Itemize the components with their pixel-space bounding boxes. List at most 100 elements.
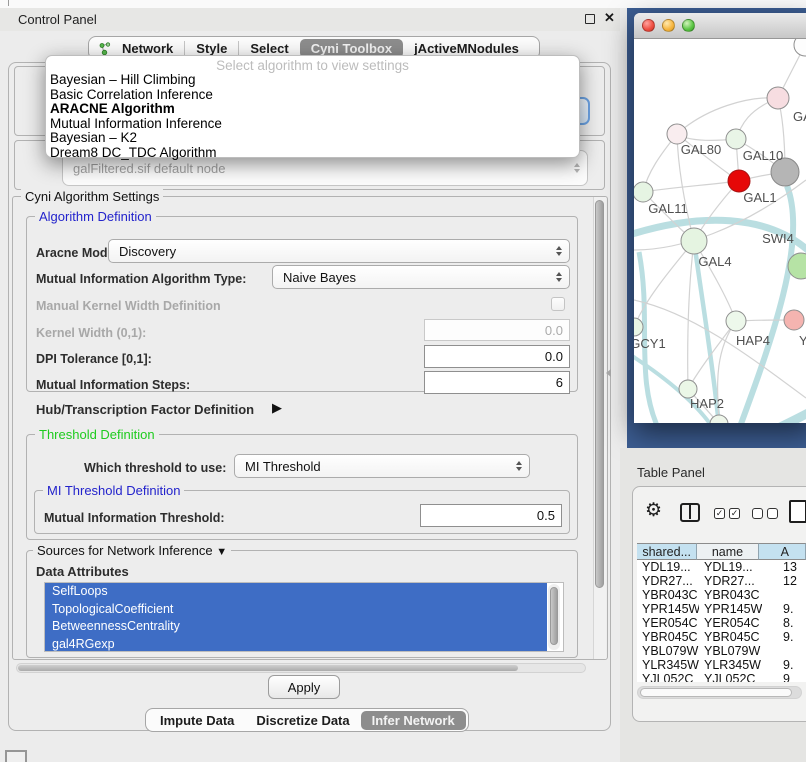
column-header-name[interactable]: name bbox=[697, 543, 758, 560]
mi-threshold-input[interactable]: 0.5 bbox=[420, 504, 562, 527]
node-label: GAL1 bbox=[743, 190, 776, 205]
deselect-all-columns-icon[interactable] bbox=[752, 508, 763, 519]
tab-infer-network[interactable]: Infer Network bbox=[361, 711, 466, 730]
column-header-partial[interactable]: A bbox=[759, 543, 806, 560]
mi-type-select[interactable]: Naive Bayes bbox=[272, 265, 570, 289]
close-panel-icon[interactable]: ✕ bbox=[604, 10, 615, 26]
network-data-value: galFiltered.sif default node bbox=[73, 161, 225, 176]
table-row[interactable]: YPR145W YPR145W 9. bbox=[637, 602, 806, 616]
data-attributes-label: Data Attributes bbox=[36, 564, 129, 579]
node-label: HAP2 bbox=[690, 396, 724, 411]
list-item-topologicalcoefficient[interactable]: TopologicalCoefficient bbox=[45, 601, 547, 619]
table-row[interactable]: YLR345W YLR345W 9. bbox=[637, 658, 806, 672]
table-row[interactable]: YDL19... YDL19... 13 bbox=[637, 560, 806, 574]
dropdown-item[interactable]: Bayesian – Hill Climbing bbox=[46, 73, 579, 88]
node-unlabeled-top[interactable] bbox=[794, 39, 806, 56]
kernel-width-label: Kernel Width (0,1): bbox=[36, 326, 146, 341]
table-row[interactable]: YER054C YER054C 8. bbox=[637, 616, 806, 630]
splitter-collapse-icon[interactable] bbox=[606, 369, 611, 377]
dropdown-item[interactable]: Bayesian – K2 bbox=[46, 131, 579, 146]
control-panel-titlebar: Control Panel ✕ bbox=[0, 8, 620, 31]
hub-expand-icon[interactable]: ▶ bbox=[272, 400, 282, 416]
network-tab-icon bbox=[99, 42, 111, 56]
spinner-arrows-icon bbox=[556, 272, 562, 282]
select-all-columns-icon[interactable]: ✓ bbox=[714, 508, 725, 519]
tab-discretize-data[interactable]: Discretize Data bbox=[245, 711, 360, 730]
aracne-mode-value: Discovery bbox=[119, 244, 176, 259]
which-threshold-label: Which threshold to use: bbox=[84, 461, 226, 476]
network-canvas[interactable]: GAL GAL80 GAL10 GAL1 GAL11 GAL4 SWI4 HAP… bbox=[634, 39, 806, 423]
table-header: shared... name A bbox=[637, 543, 806, 560]
node-label: HAP4 bbox=[736, 333, 770, 348]
new-table-file-icon[interactable] bbox=[789, 500, 806, 523]
settings-title: Cyni Algorithm Settings bbox=[21, 189, 163, 204]
node-label: GAL80 bbox=[681, 142, 721, 157]
list-item-gal4rgexp[interactable]: gal4RGexp bbox=[45, 636, 547, 653]
settings-hscrollbar-thumb[interactable] bbox=[18, 665, 518, 671]
select-all-columns-icon-2[interactable]: ✓ bbox=[729, 508, 740, 519]
dropdown-item[interactable]: Dream8 DC_TDC Algorithm bbox=[46, 146, 579, 161]
node-salmon[interactable] bbox=[784, 310, 804, 330]
node-gal1[interactable] bbox=[728, 170, 750, 192]
tab-impute-data[interactable]: Impute Data bbox=[149, 711, 245, 730]
node-label: GCY1 bbox=[634, 336, 666, 351]
table-row[interactable]: YDR27... YDR27... 12 bbox=[637, 574, 806, 588]
column-header-shared[interactable]: shared... bbox=[637, 543, 697, 560]
window-minimize-button[interactable] bbox=[662, 19, 675, 32]
algorithm-dropdown-placeholder: Select algorithm to view settings bbox=[46, 58, 579, 73]
control-panel: Control Panel ✕ Network Style Select bbox=[0, 8, 620, 762]
node-label: GAL4 bbox=[698, 254, 731, 269]
dpi-tolerance-label: DPI Tolerance [0,1]: bbox=[36, 352, 152, 367]
sources-title: Sources for Network Inference bbox=[37, 543, 213, 558]
node-gal80[interactable] bbox=[667, 124, 687, 144]
attributes-list-vscrollbar-thumb[interactable] bbox=[550, 587, 558, 645]
window-close-button[interactable] bbox=[642, 19, 655, 32]
sources-title-wrap: Sources for Network Inference ▼ bbox=[33, 543, 231, 560]
node-gal4[interactable] bbox=[681, 228, 707, 254]
node-gal-pink[interactable] bbox=[767, 87, 789, 109]
node-hap4[interactable] bbox=[726, 311, 746, 331]
table-row[interactable]: YBL079W YBL079W bbox=[637, 644, 806, 658]
table-settings-gear-icon[interactable]: ⚙ bbox=[645, 501, 662, 521]
float-panel-icon[interactable] bbox=[585, 14, 595, 24]
dpi-tolerance-input[interactable]: 0.0 bbox=[424, 345, 570, 368]
network-edges-thick bbox=[634, 186, 806, 423]
dropdown-item[interactable]: Mutual Information Inference bbox=[46, 117, 579, 132]
node-label: Y bbox=[799, 333, 806, 348]
split-columns-icon[interactable] bbox=[680, 503, 700, 522]
table-hscrollbar-thumb[interactable] bbox=[640, 688, 792, 697]
settings-vscrollbar-thumb[interactable] bbox=[595, 200, 604, 588]
table-row[interactable]: YJL052C YJL052C 9 bbox=[637, 672, 806, 682]
data-attributes-list: SelfLoops TopologicalCoefficient Between… bbox=[44, 582, 564, 652]
node-gal11[interactable] bbox=[634, 182, 653, 202]
table-row[interactable]: YBR045C YBR045C 9. bbox=[637, 630, 806, 644]
list-item-selfloops[interactable]: SelfLoops bbox=[45, 583, 547, 601]
network-window-titlebar[interactable] bbox=[634, 13, 806, 39]
dropdown-item-selected[interactable]: ARACNE Algorithm bbox=[46, 102, 579, 117]
mi-type-value: Naive Bayes bbox=[283, 270, 356, 285]
minimized-panel-icon[interactable] bbox=[5, 750, 27, 762]
aracne-mode-select[interactable]: Discovery bbox=[108, 239, 570, 263]
mi-steps-label: Mutual Information Steps: bbox=[36, 378, 190, 393]
mi-steps-input[interactable]: 6 bbox=[424, 371, 570, 394]
dropdown-item[interactable]: Basic Correlation Inference bbox=[46, 88, 579, 103]
hub-definition-label[interactable]: Hub/Transcription Factor Definition bbox=[36, 402, 254, 417]
node-gal10[interactable] bbox=[726, 129, 746, 149]
sources-collapse-icon[interactable]: ▼ bbox=[216, 546, 227, 558]
algorithm-dropdown: Select algorithm to view settings Bayesi… bbox=[45, 55, 580, 158]
top-strip-tick bbox=[8, 0, 9, 6]
control-panel-title: Control Panel bbox=[18, 12, 97, 27]
window-zoom-button[interactable] bbox=[682, 19, 695, 32]
threshold-definition-title: Threshold Definition bbox=[35, 427, 159, 442]
manual-kernel-checkbox[interactable] bbox=[551, 297, 565, 311]
which-threshold-select[interactable]: MI Threshold bbox=[234, 454, 530, 478]
algorithm-definition-title: Algorithm Definition bbox=[35, 209, 156, 224]
deselect-all-columns-icon-2[interactable] bbox=[767, 508, 778, 519]
node-label: SWI4 bbox=[762, 231, 794, 246]
list-item-betweennesscentrality[interactable]: BetweennessCentrality bbox=[45, 618, 547, 636]
table-row[interactable]: YBR043C YBR043C bbox=[637, 588, 806, 602]
node-gcy1[interactable] bbox=[634, 318, 643, 336]
kernel-width-input[interactable]: 0.0 bbox=[424, 319, 570, 341]
mi-threshold-definition-title: MI Threshold Definition bbox=[43, 483, 184, 498]
apply-button[interactable]: Apply bbox=[268, 675, 340, 699]
